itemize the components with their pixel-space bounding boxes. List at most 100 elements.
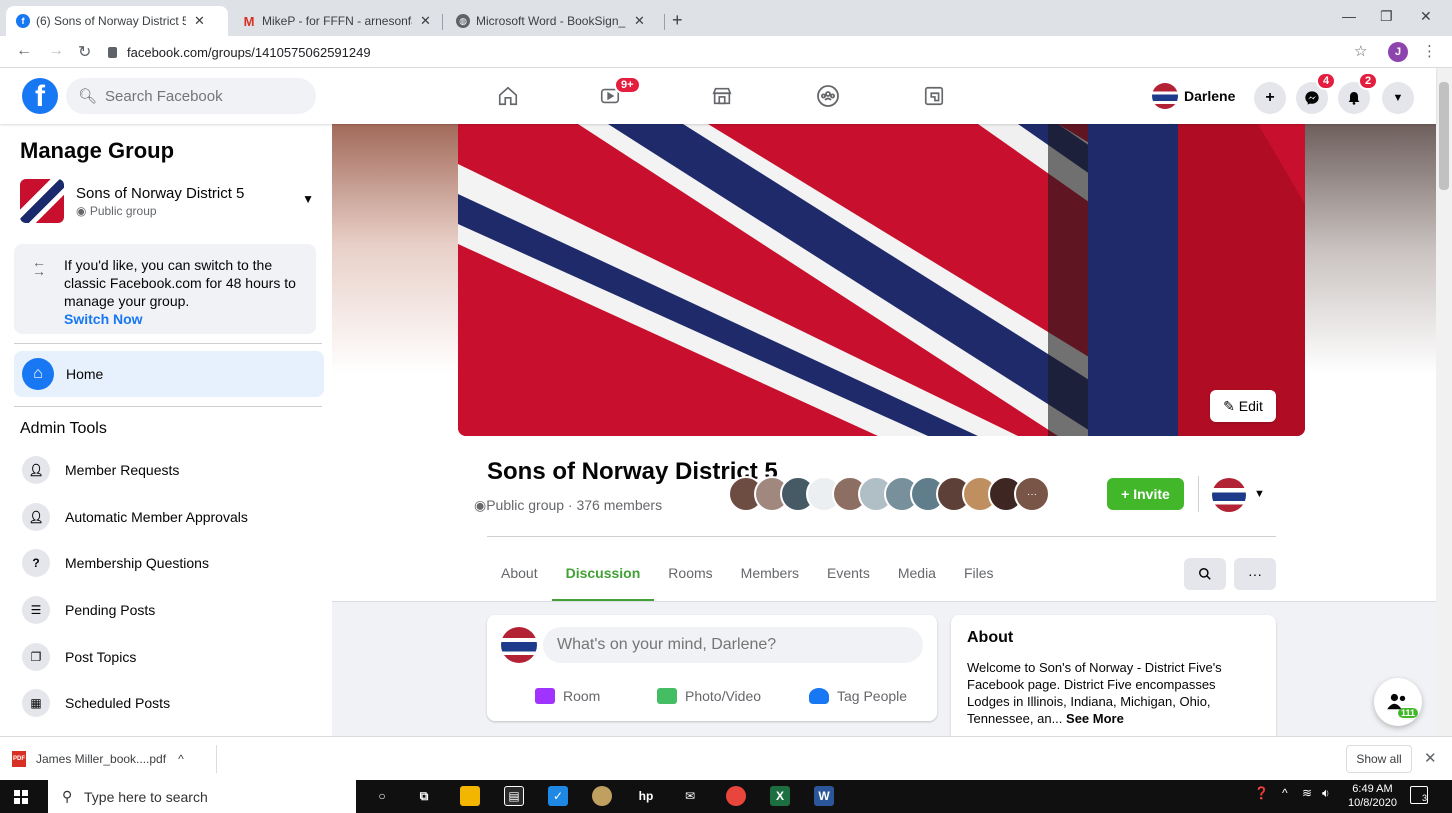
search-icon: ⚲ [62,788,73,804]
window-close-icon[interactable]: ✕ [1420,8,1432,25]
back-icon[interactable]: ← [16,42,32,60]
group-chat-button[interactable]: 111 [1374,678,1422,726]
download-item[interactable]: PDF James Miller_book....pdf ^ [12,747,184,771]
see-more-link[interactable]: See More [1066,711,1124,726]
minimize-icon[interactable]: — [1342,8,1356,24]
tab-facebook[interactable]: f (6) Sons of Norway District 5 | Fa ✕ [6,6,228,36]
tab-events[interactable]: Events [813,544,884,602]
gaming-nav-icon[interactable] [920,82,948,110]
close-icon[interactable]: ✕ [420,13,431,29]
profile-shortcut[interactable]: Darlene [1152,80,1235,112]
switch-now-link[interactable]: Switch Now [64,310,304,328]
photo-icon [657,688,677,704]
switch-arrows-icon: ← → [32,254,46,279]
home-icon: ⌂ [22,358,54,390]
group-search-button[interactable] [1184,558,1226,590]
tab-files[interactable]: Files [950,544,1008,602]
pencil-icon: ✎ [1223,397,1235,414]
close-icon[interactable]: ✕ [1424,749,1437,767]
chrome-menu-icon[interactable]: ⋮ [1422,42,1437,60]
bell-icon [1348,92,1360,105]
search-input[interactable] [105,87,306,105]
tab-discussion[interactable]: Discussion [551,544,655,602]
post-input[interactable] [543,627,923,663]
group-thumbnail [20,179,64,223]
windows-start-icon[interactable] [14,790,28,804]
sidebar-item-post-topics[interactable]: ❐ Post Topics [22,641,322,673]
chrome-profile-avatar[interactable]: J [1388,42,1408,62]
sidebar-item-scheduled-posts[interactable]: ▦ Scheduled Posts [22,687,322,719]
show-all-button[interactable]: Show all [1346,745,1412,773]
cortana-icon[interactable]: ○ [372,786,392,806]
create-button[interactable]: + [1254,82,1286,114]
pdf-icon: PDF [12,751,26,767]
group-switcher[interactable]: Sons of Norway District 5 ◉ Public group… [20,178,320,224]
more-options-button[interactable]: ··· [1234,558,1276,590]
group-profile-avatar[interactable] [1212,478,1246,512]
word-icon[interactable]: W [814,786,834,806]
tab-about[interactable]: About [487,544,552,602]
page-scrollbar[interactable] [1436,68,1452,736]
scrollbar-thumb[interactable] [1439,82,1449,190]
help-icon[interactable]: ❓ [1254,786,1269,800]
member-requests-icon: 👤︎ [22,456,50,484]
forward-icon[interactable]: → [48,42,64,60]
close-icon[interactable]: ✕ [634,13,645,29]
store-icon[interactable]: ▤ [504,786,524,806]
more-members-icon[interactable]: ··· [1014,476,1050,512]
excel-icon[interactable]: X [770,786,790,806]
notification-center-icon[interactable]: 3 [1410,786,1428,804]
tab-word[interactable]: ◍ Microsoft Word - BookSign_Flier ✕ [446,6,668,36]
groups-nav-icon[interactable] [814,82,842,110]
sidebar-item-automatic-member-approvals[interactable]: 👤︎ Automatic Member Approvals [22,501,322,533]
url-field[interactable]: facebook.com/groups/1410575062591249 [108,40,1338,64]
tab-members[interactable]: Members [727,544,813,602]
facebook-logo-icon[interactable]: f [22,78,58,114]
marketplace-nav-icon[interactable] [708,82,736,110]
app-icon[interactable] [592,786,612,806]
sidebar-item-home[interactable]: ⌂ Home [14,351,324,397]
caret-down-icon[interactable]: ▼ [1254,488,1265,500]
member-avatars[interactable]: ··· [728,476,1050,512]
restore-icon[interactable]: ❐ [1380,8,1393,25]
hp-icon[interactable]: hp [636,786,656,806]
new-tab-button[interactable]: + [672,10,683,31]
sidebar-item-pending-posts[interactable]: ☰ Pending Posts [22,594,322,626]
facebook-search[interactable]: 🔍︎ [66,78,316,114]
about-heading: About [967,629,1014,646]
file-explorer-icon[interactable] [460,786,480,806]
chrome-icon[interactable] [726,786,746,806]
scheduled-posts-icon: ▦ [22,689,50,717]
reload-icon[interactable]: ↻ [78,42,91,62]
globe-icon: ◉ [474,497,487,513]
taskbar-search[interactable]: ⚲ Type here to search [48,780,356,813]
close-icon[interactable]: ✕ [194,13,205,29]
address-bar: ← → ↻ facebook.com/groups/14105750625912… [0,36,1452,68]
bookmark-star-icon[interactable]: ☆ [1354,42,1367,60]
taskbar-clock[interactable]: 6:49 AM 10/8/2020 [1348,782,1397,810]
app-icon[interactable]: ✓ [548,786,568,806]
home-nav-icon[interactable] [494,82,522,110]
search-icon: 🔍︎ [78,88,98,105]
classic-switch-notice: ← → If you'd like, you can switch to the … [14,244,316,334]
tab-rooms[interactable]: Rooms [654,544,726,602]
room-button[interactable]: Room [535,683,600,709]
mail-icon[interactable]: ✉ [680,786,700,806]
edit-cover-button[interactable]: ✎ Edit [1210,390,1276,422]
sidebar-item-membership-questions[interactable]: ? Membership Questions [22,547,322,579]
lock-icon [108,46,117,58]
chevron-up-icon[interactable]: ^ [1282,786,1288,800]
chevron-up-icon[interactable]: ^ [178,752,184,766]
task-view-icon[interactable]: ⧉ [414,786,434,806]
gmail-icon: M [243,13,255,29]
invite-button[interactable]: + Invite [1107,478,1184,510]
photo-video-button[interactable]: Photo/Video [657,683,761,709]
tab-media[interactable]: Media [884,544,950,602]
account-menu-button[interactable]: ▼ [1382,82,1414,114]
sidebar-item-member-requests[interactable]: 👤︎ Member Requests [22,454,322,486]
tag-people-icon [809,688,829,704]
tag-people-button[interactable]: Tag People [809,683,907,709]
wifi-icon[interactable]: ≋ [1302,786,1312,800]
tab-gmail[interactable]: M MikeP - for FFFN - arnesonfamily ✕ [232,6,454,36]
volume-icon[interactable]: 🔉︎ [1322,786,1330,801]
